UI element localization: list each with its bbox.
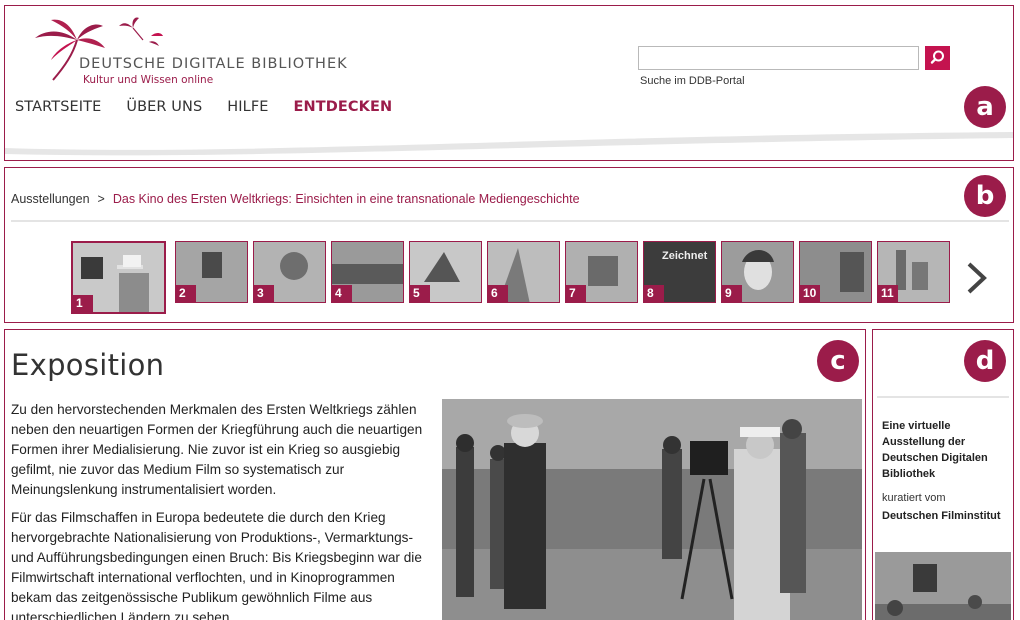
thumbnail-4[interactable]: 4 xyxy=(331,241,404,303)
article-paragraph: Zu den hervorstechenden Merkmalen des Er… xyxy=(11,402,423,497)
sidebar-image[interactable] xyxy=(875,552,1011,620)
thumbnail-3[interactable]: 3 xyxy=(253,241,326,303)
site-header: DEUTSCHE DIGITALE BIBLIOTHEK Kultur und … xyxy=(4,5,1014,161)
article-body: Zu den hervorstechenden Merkmalen des Er… xyxy=(11,400,431,620)
annotation-badge-c: c xyxy=(817,340,859,382)
nav-item-entdecken[interactable]: ENTDECKEN xyxy=(294,99,393,115)
curated-by-label: kuratiert vom xyxy=(882,492,946,504)
chevron-right-icon[interactable] xyxy=(962,258,992,298)
thumbnail-number: 9 xyxy=(722,285,742,302)
sidebar-photo xyxy=(875,552,1011,620)
thumbnail-9[interactable]: 9 xyxy=(721,241,794,303)
search-icon xyxy=(930,50,944,64)
nav-item-startseite[interactable]: STARTSEITE xyxy=(15,99,101,115)
header-swoosh-decoration xyxy=(5,132,1013,156)
thumbnail-number: 4 xyxy=(332,285,352,302)
thumbnail-10[interactable]: 10 xyxy=(799,241,872,303)
thumbnail-7[interactable]: 7 xyxy=(565,241,638,303)
thumbnail-2[interactable]: 2 xyxy=(175,241,248,303)
thumbnail-number: 2 xyxy=(176,285,196,302)
divider xyxy=(11,220,1009,222)
breadcrumb: Ausstellungen > Das Kino des Ersten Weltkr… xyxy=(11,192,580,206)
breadcrumb-current[interactable]: Das Kino des Ersten Weltkriegs: Einsicht… xyxy=(113,192,580,206)
thumbnail-number: 8 xyxy=(644,285,664,302)
thumbnail-number: 3 xyxy=(254,285,274,302)
exhibition-description: Eine virtuelle Ausstellung der Deutschen… xyxy=(882,420,988,480)
page-title: Exposition xyxy=(11,348,165,382)
thumbnail-8[interactable]: Zeichnet 8 xyxy=(643,241,716,303)
thumbnail-1[interactable]: 1 xyxy=(71,241,166,314)
curator-name[interactable]: Deutschen Filminstitut xyxy=(882,510,1001,522)
thumbnail-5[interactable]: 5 xyxy=(409,241,482,303)
thumbnail-number: 11 xyxy=(878,285,898,302)
divider xyxy=(877,396,1009,398)
annotation-badge-b: b xyxy=(964,175,1006,217)
logo-title: DEUTSCHE DIGITALE BIBLIOTHEK xyxy=(79,56,348,72)
main-content-panel: Exposition c Zu den hervorstechenden Mer… xyxy=(4,329,866,620)
thumbnail-caption: Zeichnet xyxy=(662,250,708,262)
thumbnail-number: 10 xyxy=(800,285,820,302)
breadcrumb-separator: > xyxy=(97,192,105,206)
nav-item-hilfe[interactable]: HILFE xyxy=(227,99,268,115)
article-photo[interactable] xyxy=(442,399,862,620)
article-paragraph: Für das Filmschaffen in Europa bedeutete… xyxy=(11,510,422,620)
thumbnail-6[interactable]: 6 xyxy=(487,241,560,303)
thumbnail-number: 5 xyxy=(410,285,430,302)
search-input[interactable] xyxy=(638,46,919,70)
photo-image xyxy=(442,399,862,620)
breadcrumb-root[interactable]: Ausstellungen xyxy=(11,192,90,206)
annotation-badge-a: a xyxy=(964,86,1006,128)
search-button[interactable] xyxy=(925,46,950,70)
thumbnail-11[interactable]: 11 xyxy=(877,241,950,303)
annotation-badge-d: d xyxy=(964,340,1006,382)
nav-item-ueber-uns[interactable]: ÜBER UNS xyxy=(126,99,202,115)
search-hint: Suche im DDB-Portal xyxy=(640,75,745,87)
thumbnail-number: 1 xyxy=(73,295,93,312)
thumbnail-number: 6 xyxy=(488,285,508,302)
logo-subtitle: Kultur und Wissen online xyxy=(83,74,214,86)
breadcrumb-and-slider-panel: Ausstellungen > Das Kino des Ersten Weltkr… xyxy=(4,167,1014,323)
main-navigation: STARTSEITE ÜBER UNS HILFE ENTDECKEN xyxy=(15,99,392,115)
thumbnail-number: 7 xyxy=(566,285,586,302)
sidebar-panel: d Eine virtuelle Ausstellung der Deutsch… xyxy=(872,329,1014,620)
